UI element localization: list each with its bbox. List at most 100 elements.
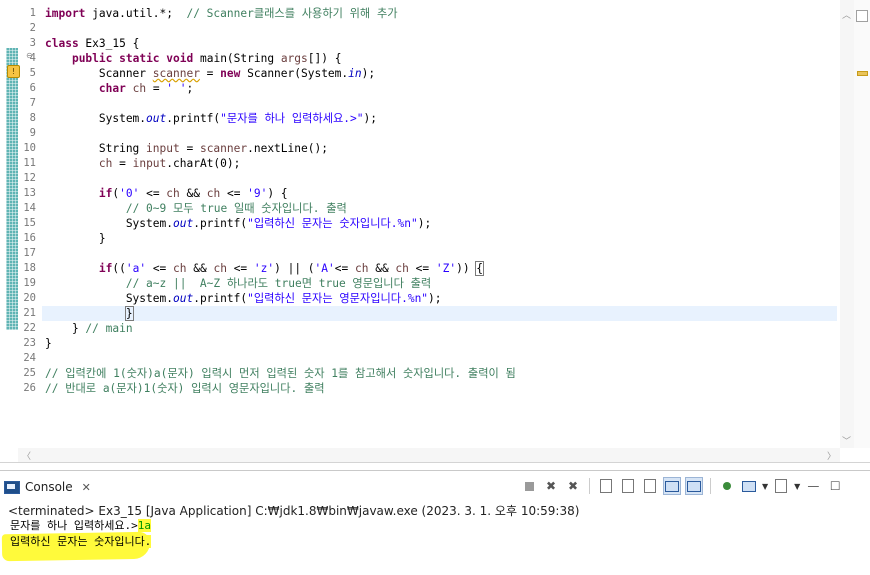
overview-warning-marker[interactable] <box>857 71 868 76</box>
code-token: input <box>132 157 167 170</box>
scroll-down-arrow-icon[interactable]: ﹀ <box>842 434 851 447</box>
show-on-stdout-button[interactable] <box>663 477 681 495</box>
change-ruler <box>6 48 18 330</box>
clear-console-button[interactable] <box>597 477 615 495</box>
code-line[interactable]: char ch = ' '; <box>45 81 838 96</box>
code-line[interactable]: // 0~9 모두 true 일때 숫자입니다. 출력 <box>45 201 838 216</box>
remove-all-terminated-button[interactable]: ✖ <box>564 477 582 495</box>
code-line[interactable]: // 입력칸에 1(숫자)a(문자) 입력시 먼저 입력된 숫자 1를 참고해서… <box>45 366 838 381</box>
code-token: void <box>166 52 194 65</box>
code-token: ; <box>186 82 194 95</box>
close-icon[interactable]: ✕ <box>82 481 91 494</box>
console-result: 입력하신 문자는 숫자입니다. <box>10 535 152 548</box>
scroll-up-arrow-icon[interactable]: ︿ <box>842 8 851 21</box>
vertical-scrollbar[interactable] <box>840 0 854 448</box>
console-line: 문자를 하나 입력하세요.>1a <box>10 518 151 534</box>
tab-console[interactable]: Console ✕ <box>4 476 91 498</box>
code-token: ch <box>354 262 369 275</box>
line-number: 20 <box>23 292 36 304</box>
code-token: 'A' <box>314 262 335 275</box>
code-line[interactable] <box>45 351 838 366</box>
line-number: 17 <box>23 247 36 259</box>
code-token: System. <box>45 217 173 230</box>
overview-ruler-box <box>856 10 868 22</box>
code-line[interactable] <box>45 246 838 261</box>
code-token: []) { <box>307 52 342 65</box>
code-line[interactable]: } <box>45 336 838 351</box>
code-line[interactable]: // a~z || A~Z 하나라도 true면 true 영문입니다 출력 <box>45 276 838 291</box>
line-number: 1 <box>29 7 36 19</box>
scroll-lock-button[interactable] <box>619 477 637 495</box>
overview-ruler[interactable] <box>854 0 870 448</box>
console-line: 입력하신 문자는 숫자입니다. <box>10 534 152 550</box>
code-line[interactable]: } <box>45 231 838 246</box>
code-line[interactable]: if(('a' <= ch && ch <= 'z') || ('A'<= ch… <box>45 261 838 276</box>
code-line[interactable]: } <box>42 306 837 321</box>
code-text-area[interactable]: import java.util.*; // Scanner클래스를 사용하기 … <box>42 6 838 396</box>
word-wrap-button[interactable] <box>641 477 659 495</box>
remove-all-icon: ✖ <box>567 479 579 493</box>
code-line[interactable]: import java.util.*; // Scanner클래스를 사용하기 … <box>45 6 838 21</box>
open-console-button[interactable] <box>772 477 790 495</box>
console-output[interactable]: 문자를 하나 입력하세요.>1a 입력하신 문자는 숫자입니다. <box>10 518 152 550</box>
code-token: ) || ( <box>274 262 315 275</box>
code-line[interactable]: System.out.printf("입력하신 문자는 영문자입니다.%n"); <box>45 291 838 306</box>
scroll-left-arrow-icon[interactable]: 〈 <box>22 449 31 462</box>
code-token: // 0~9 모두 true 일때 숫자입니다. 출력 <box>125 202 347 215</box>
code-line[interactable]: public static void main(String args[]) { <box>45 51 838 66</box>
code-token: static <box>119 52 160 65</box>
code-line[interactable] <box>45 21 838 36</box>
code-line[interactable]: ch = input.charAt(0); <box>45 156 838 171</box>
maximize-button[interactable]: ☐ <box>826 477 844 495</box>
code-line[interactable]: System.out.printf("문자를 하나 입력하세요.>"); <box>45 111 838 126</box>
code-line[interactable]: } // main <box>45 321 838 336</box>
code-line[interactable] <box>45 171 838 186</box>
show-on-stderr-button[interactable] <box>685 477 703 495</box>
code-token: } <box>45 232 106 245</box>
code-token: String <box>45 142 147 155</box>
code-line[interactable]: String input = scanner.nextLine(); <box>45 141 838 156</box>
code-token: <= <box>408 262 436 275</box>
code-token: } <box>45 337 52 350</box>
code-line[interactable]: if('0' <= ch && ch <= '9') { <box>45 186 838 201</box>
horizontal-scrollbar[interactable]: 〈 〉 <box>18 448 840 462</box>
code-token: ch <box>173 262 187 275</box>
scroll-right-arrow-icon[interactable]: 〉 <box>827 449 836 462</box>
terminate-button[interactable] <box>520 477 538 495</box>
word-wrap-icon <box>644 479 656 493</box>
line-number: 16 <box>23 232 36 244</box>
line-number: 25 <box>23 367 36 379</box>
text-caret <box>132 307 134 321</box>
code-line[interactable]: Scanner scanner = new Scanner(System.in)… <box>45 66 838 81</box>
code-line[interactable] <box>45 126 838 141</box>
code-token: // a~z || A~Z 하나라도 true면 true 영문입니다 출력 <box>125 277 432 290</box>
code-editor[interactable]: ! ⊖ 1 2 3 4 5 6 7 8 9 10 11 12 13 14 15 16 17 18 19 20 21 22 2… <box>0 0 870 463</box>
line-number: 13 <box>23 187 36 199</box>
stop-icon <box>524 481 534 491</box>
display-console-button[interactable] <box>740 477 758 495</box>
code-token: in <box>348 67 362 80</box>
minimize-icon: — <box>807 479 820 493</box>
chevron-down-icon[interactable]: ▼ <box>794 482 800 491</box>
code-token: scanner <box>199 142 248 155</box>
clear-console-icon <box>600 479 612 493</box>
chevron-down-icon[interactable]: ▼ <box>762 482 768 491</box>
code-line[interactable]: class Ex3_15 { <box>45 36 838 51</box>
remove-icon: ✖ <box>545 479 557 493</box>
remove-launch-button[interactable]: ✖ <box>542 477 560 495</box>
line-number: 14 <box>23 202 36 214</box>
minimize-button[interactable]: — <box>804 477 822 495</box>
code-token: } <box>45 322 86 335</box>
pin-console-button[interactable] <box>718 477 736 495</box>
code-line[interactable] <box>45 96 838 111</box>
code-token: } <box>124 306 134 321</box>
code-line[interactable]: // 반대로 a(문자)1(숫자) 입력시 영문자입니다. 출력 <box>45 381 838 396</box>
code-token: ch <box>98 157 113 170</box>
code-token: if <box>98 262 113 275</box>
code-line[interactable]: System.out.printf("입력하신 문자는 숫자입니다.%n"); <box>45 216 838 231</box>
code-token: ch <box>395 262 409 275</box>
